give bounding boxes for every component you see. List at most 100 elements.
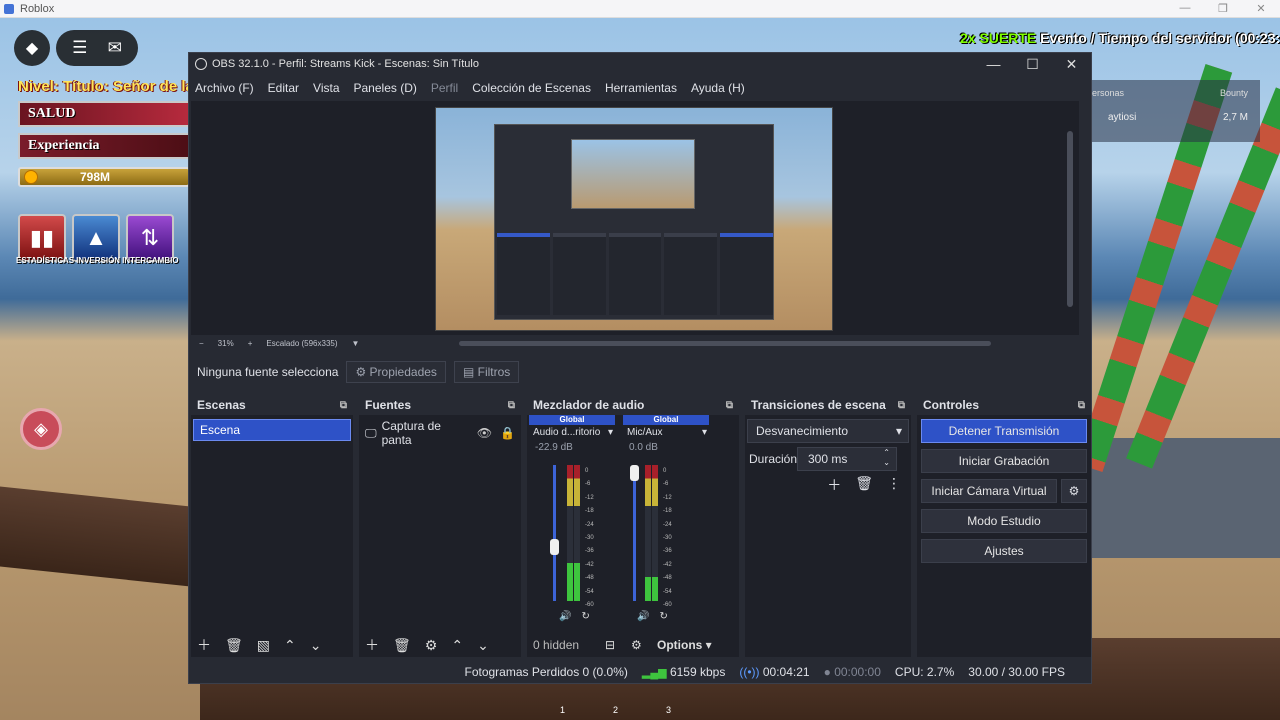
duration-input[interactable]: 300 ms ⌃ ⌄	[797, 447, 897, 471]
transitions-title: Transiciones de escena	[751, 398, 886, 412]
hotbar-slot-3[interactable]: 3	[666, 705, 671, 715]
start-virtual-cam-button[interactable]: Iniciar Cámara Virtual	[921, 479, 1057, 503]
trash-icon[interactable]: 🗑	[225, 637, 243, 654]
add-icon[interactable]: ＋	[365, 635, 379, 655]
channel-name[interactable]: Audio d...ritorio ▾	[529, 425, 615, 438]
zoom-in-button[interactable]: +	[248, 339, 253, 348]
popout-icon[interactable]: ⧉	[898, 400, 905, 411]
options-label: Options	[657, 638, 703, 652]
nested-obs-capture	[494, 124, 774, 320]
sources-toolbar: ＋ 🗑 ⚙ ⌃ ⌄	[359, 633, 521, 657]
menu-editar[interactable]: Editar	[268, 81, 299, 95]
close-icon[interactable]: ✕	[1052, 56, 1091, 73]
add-icon[interactable]: ＋	[197, 635, 211, 655]
menu-paneles[interactable]: Paneles (D)	[354, 81, 417, 95]
popout-icon[interactable]: ⧉	[726, 400, 733, 411]
spinner-icon[interactable]: ⌃ ⌄	[883, 448, 890, 470]
scene-item[interactable]: Escena	[193, 419, 351, 441]
dock-header: Controles ⧉	[917, 395, 1091, 415]
audio-mixer-dock: Mezclador de audio ⧉ Global Audio d...ri…	[527, 395, 739, 657]
investment-button[interactable]: ▲	[72, 214, 120, 262]
popout-icon[interactable]: ⧉	[508, 400, 515, 411]
volume-fader-track[interactable]	[633, 465, 636, 601]
stats-button[interactable]: ▮▮	[18, 214, 66, 262]
hud-button-labels: ESTADÍSTICAS INVERSIÓN INTERCAMBIO	[16, 256, 179, 265]
meter-scale-tick: 0	[585, 468, 589, 474]
meter-scale-tick: -36	[585, 548, 594, 555]
monitor-headphone-icon[interactable]: ↻	[659, 611, 667, 622]
volume-fader-knob[interactable]	[550, 539, 559, 555]
volume-fader-knob[interactable]	[630, 465, 639, 481]
menu-herramientas[interactable]: Herramientas	[605, 81, 677, 95]
scaling-label: Escalado (596x335)	[266, 338, 338, 348]
menu-ayuda[interactable]: Ayuda (H)	[691, 81, 745, 95]
lock-icon[interactable]: 🔒	[500, 426, 515, 440]
menu-archivo[interactable]: Archivo (F)	[195, 81, 254, 95]
chevron-down-icon[interactable]: ⌄	[477, 637, 489, 654]
preview-canvas[interactable]	[435, 107, 833, 331]
menu-coleccion-escenas[interactable]: Colección de Escenas	[472, 81, 591, 95]
channel-name[interactable]: Mic/Aux ▾	[623, 425, 709, 438]
preview-area[interactable]	[191, 101, 1079, 335]
filters-button[interactable]: ▤ Filtros	[453, 361, 520, 383]
fps: 30.00 / 30.00 FPS	[968, 665, 1065, 679]
mixer-channel-desktop: Global Audio d...ritorio ▾ -22.9 dB 0 -6 -…	[529, 415, 615, 625]
compass-button[interactable]: ◈	[20, 408, 62, 450]
hotbar-slot-1[interactable]: 1	[560, 705, 565, 715]
preview-horizontal-scrollbar[interactable]	[459, 341, 991, 346]
roblox-titlebar: Roblox — ❐ ✕	[0, 0, 1280, 18]
popout-icon[interactable]: ⧉	[340, 400, 347, 411]
speaker-icon[interactable]: 🔊	[637, 611, 649, 622]
layout-icon[interactable]: ⊟	[605, 638, 631, 652]
start-recording-button[interactable]: Iniciar Grabación	[921, 449, 1087, 473]
add-icon[interactable]: ＋	[827, 475, 841, 495]
preview-vertical-scrollbar[interactable]	[1067, 131, 1073, 307]
gear-icon[interactable]: ⚙	[631, 638, 657, 652]
minimize-icon[interactable]: —	[974, 56, 1013, 73]
popout-icon[interactable]: ⧉	[1078, 400, 1085, 411]
dock-header: Escenas ⧉	[191, 395, 353, 415]
dropped-frames: Fotogramas Perdidos 0 (0.0%)	[464, 665, 628, 679]
filter-icon[interactable]: ▧	[257, 637, 270, 654]
speaker-icon[interactable]: 🔊	[559, 611, 571, 622]
gear-icon[interactable]: ⚙	[425, 637, 438, 654]
controls-title: Controles	[923, 398, 980, 412]
options-button[interactable]: Options ▾	[657, 638, 712, 652]
maximize-icon[interactable]: ❐	[1204, 2, 1242, 15]
menu-vista[interactable]: Vista	[313, 81, 339, 95]
transition-select[interactable]: Desvanecimiento ▾	[747, 419, 909, 443]
obs-titlebar: OBS 32.1.0 - Perfil: Streams Kick - Esce…	[189, 53, 1091, 75]
zoom-out-button[interactable]: −	[199, 339, 204, 348]
studio-mode-button[interactable]: Modo Estudio	[921, 509, 1087, 533]
obs-window: OBS 32.1.0 - Perfil: Streams Kick - Esce…	[188, 52, 1092, 684]
hamburger-menu-icon[interactable]: ☰	[72, 38, 87, 58]
chevron-up-icon[interactable]: ⌃	[284, 637, 296, 654]
properties-button[interactable]: ⚙ Propiedades	[346, 361, 446, 383]
chat-icon[interactable]: ✉	[108, 38, 122, 58]
channel-db: 0.0 dB	[629, 442, 658, 453]
roblox-window-title: Roblox	[20, 2, 55, 15]
filter-icon: ▤	[462, 365, 475, 379]
eye-icon[interactable]: 👁	[477, 426, 492, 440]
leaderboard-row[interactable]: aytiosi 2,7 M	[1092, 98, 1260, 123]
trash-icon[interactable]: 🗑	[855, 475, 873, 495]
roblox-menu-button[interactable]: ◆	[14, 30, 50, 66]
meter-scale-tick: -42	[585, 561, 594, 568]
virtual-cam-settings-icon[interactable]: ⚙	[1061, 479, 1087, 503]
trade-button[interactable]: ⇅	[126, 214, 174, 262]
maximize-icon[interactable]: ☐	[1013, 56, 1052, 73]
chevron-down-icon[interactable]: ⌄	[310, 637, 322, 654]
trash-icon[interactable]: 🗑	[393, 637, 411, 654]
chevron-up-icon[interactable]: ⌃	[451, 637, 463, 654]
settings-button[interactable]: Ajustes	[921, 539, 1087, 563]
close-icon[interactable]: ✕	[1242, 2, 1280, 15]
minimize-icon[interactable]: —	[1166, 2, 1204, 15]
more-vertical-icon[interactable]: ⋮	[887, 475, 901, 495]
source-item[interactable]: 🖵 Captura de panta 👁 🔒	[359, 415, 521, 451]
monitor-headphone-icon[interactable]: ↻	[581, 611, 589, 622]
hotbar-slot-2[interactable]: 2	[613, 705, 618, 715]
stop-stream-button[interactable]: Detener Transmisión	[921, 419, 1087, 443]
menu-perfil[interactable]: Perfil	[431, 81, 458, 95]
chevron-down-icon[interactable]: ▼	[352, 339, 360, 348]
volume-fader-track[interactable]	[553, 465, 556, 601]
